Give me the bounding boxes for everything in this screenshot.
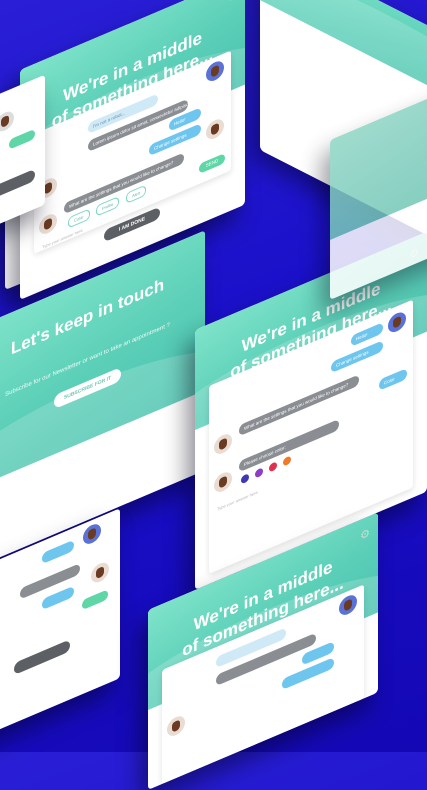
send-button[interactable]: SEND bbox=[199, 152, 225, 175]
message-bubble: Change settings bbox=[331, 340, 383, 374]
chat-card: We're in a middle of something here... D… bbox=[20, 0, 245, 301]
message-bubble: What are the settings that you would lik… bbox=[64, 152, 184, 215]
message-bubble bbox=[42, 585, 74, 611]
bot-avatar bbox=[387, 308, 407, 337]
bot-avatar bbox=[0, 107, 15, 136]
bot-avatar bbox=[90, 558, 110, 587]
bot-avatar bbox=[205, 56, 225, 86]
send-button[interactable] bbox=[9, 128, 35, 150]
send-button[interactable] bbox=[82, 589, 108, 611]
color-swatch-1[interactable] bbox=[241, 473, 249, 485]
color-swatch-2[interactable] bbox=[255, 467, 263, 479]
message-bubble bbox=[42, 539, 74, 565]
message-bubble: What are the settings that you would lik… bbox=[239, 374, 359, 437]
done-button[interactable] bbox=[0, 168, 35, 205]
option-chip-color[interactable]: Color bbox=[68, 208, 90, 229]
message-input[interactable]: Type your answer here bbox=[217, 489, 258, 511]
bot-avatar bbox=[205, 114, 225, 144]
user-avatar bbox=[38, 209, 58, 239]
color-swatch-4[interactable] bbox=[283, 455, 291, 467]
color-swatch-3[interactable] bbox=[269, 461, 277, 473]
color-chat-card: We're in a middle of something here... D… bbox=[195, 231, 427, 590]
user-avatar bbox=[166, 711, 186, 741]
bot-avatar bbox=[338, 590, 358, 620]
done-button[interactable] bbox=[14, 639, 70, 676]
option-chip-alert[interactable]: Alert bbox=[126, 184, 147, 205]
bot-avatar bbox=[82, 519, 102, 549]
user-avatar bbox=[213, 467, 233, 497]
message-bubble: Color bbox=[379, 368, 407, 391]
user-avatar bbox=[213, 429, 233, 459]
